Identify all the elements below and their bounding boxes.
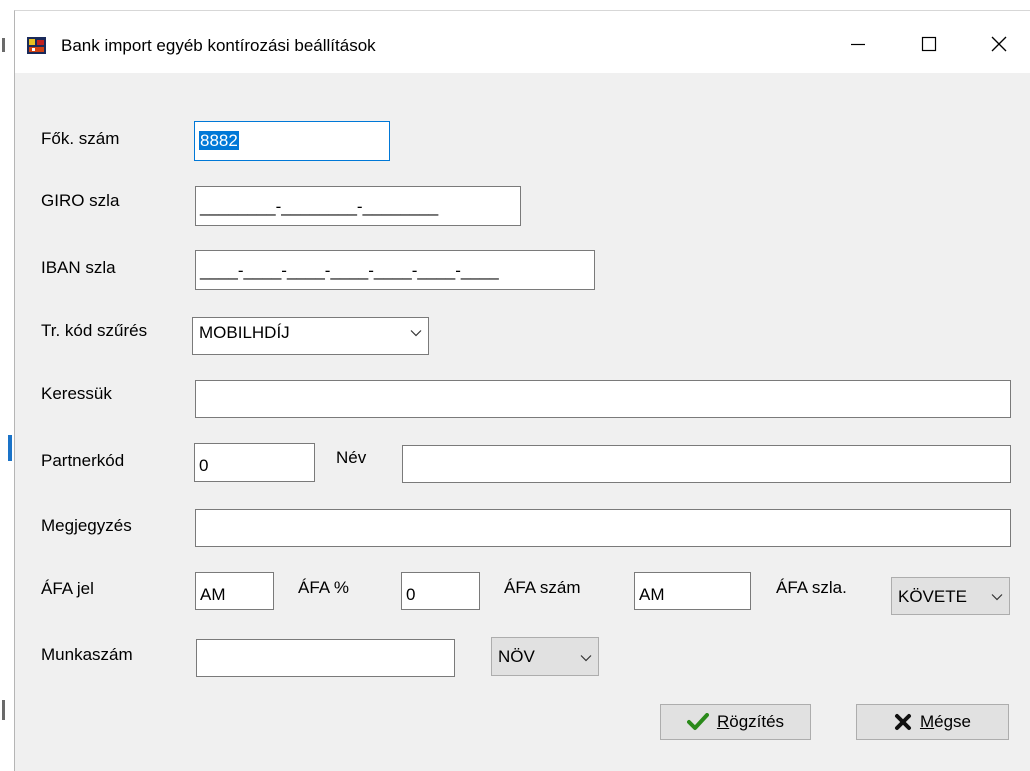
afa-szla-select[interactable]: KÖVETE: [891, 577, 1010, 615]
checkmark-icon: [686, 713, 709, 730]
title-bar[interactable]: Bank import egyéb kontírozási beállításo…: [15, 11, 1030, 73]
partnerkod-input[interactable]: 0: [194, 443, 315, 482]
tr-kod-value: MOBILHDÍJ: [199, 323, 290, 342]
tr-kod-select[interactable]: MOBILHDÍJ: [192, 317, 429, 355]
app-icon[interactable]: [27, 37, 46, 54]
window-title: Bank import egyéb kontírozási beállításo…: [61, 36, 376, 55]
afa-szla-label: ÁFA szla.: [776, 578, 847, 597]
megjegyzes-label: Megjegyzés: [41, 516, 132, 535]
dialog-window: Bank import egyéb kontírozási beállításo…: [14, 10, 1030, 771]
save-button[interactable]: Rögzítés: [660, 704, 811, 740]
afa-szam-input[interactable]: AM: [634, 572, 751, 610]
nev-input[interactable]: [402, 445, 1011, 483]
close-icon: [991, 36, 1007, 52]
save-label: Rögzítés: [717, 712, 784, 732]
chevron-down-icon: [410, 330, 422, 337]
afa-pct-label: ÁFA %: [298, 578, 350, 597]
maximize-button[interactable]: [903, 25, 955, 63]
maximize-icon: [921, 36, 937, 52]
giro-value: ________-________-________: [200, 197, 439, 216]
cancel-button[interactable]: Mégse: [856, 704, 1009, 740]
save-label-rest: ögzítés: [729, 712, 785, 731]
keressuk-label: Keressük: [41, 384, 112, 403]
edge-mark: [2, 38, 5, 52]
edge-accent: [8, 435, 12, 461]
save-mnemonic: R: [716, 712, 730, 731]
iban-input[interactable]: ____-____-____-____-____-____-____: [195, 250, 595, 290]
background-window-edge: [0, 0, 14, 771]
chevron-down-icon: [580, 655, 592, 662]
cancel-label-rest: égse: [934, 712, 972, 731]
iban-value: ____-____-____-____-____-____-____: [200, 261, 499, 280]
afa-pct-input[interactable]: 0: [401, 572, 480, 610]
afa-jel-value: AM: [200, 585, 226, 604]
afa-jel-label: ÁFA jel: [41, 579, 94, 598]
x-mark-icon: [894, 714, 911, 730]
giro-label: GIRO szla: [41, 191, 120, 210]
munkaszam-combo-value: NÖV: [498, 647, 535, 666]
afa-jel-input[interactable]: AM: [195, 572, 274, 610]
munkaszam-input[interactable]: [196, 639, 455, 677]
afa-pct-value: 0: [406, 585, 416, 604]
nev-label: Név: [336, 448, 367, 467]
giro-input[interactable]: ________-________-________: [195, 186, 521, 226]
partnerkod-value: 0: [199, 456, 209, 475]
fok-szam-value: 8882: [199, 131, 239, 150]
partnerkod-label: Partnerkód: [41, 451, 125, 470]
minimize-button[interactable]: [832, 25, 884, 63]
munkaszam-select[interactable]: NÖV: [491, 637, 599, 676]
fok-szam-input[interactable]: 8882: [194, 121, 390, 161]
afa-szla-value: KÖVETE: [898, 587, 967, 606]
fok-szam-label: Fők. szám: [41, 129, 120, 148]
afa-szam-label: ÁFA szám: [504, 578, 581, 597]
munkaszam-label: Munkaszám: [41, 645, 133, 664]
afa-szam-value: AM: [639, 585, 665, 604]
keressuk-input[interactable]: [195, 380, 1011, 418]
cancel-label: Mégse: [920, 712, 971, 732]
iban-label: IBAN szla: [41, 258, 116, 277]
close-button[interactable]: [973, 25, 1025, 63]
chevron-down-icon: [991, 594, 1003, 601]
cancel-mnemonic: M: [919, 712, 935, 731]
minimize-icon: [851, 43, 865, 46]
tr-kod-label: Tr. kód szűrés: [41, 321, 148, 340]
edge-mark: [2, 700, 5, 720]
megjegyzes-input[interactable]: [195, 509, 1011, 547]
